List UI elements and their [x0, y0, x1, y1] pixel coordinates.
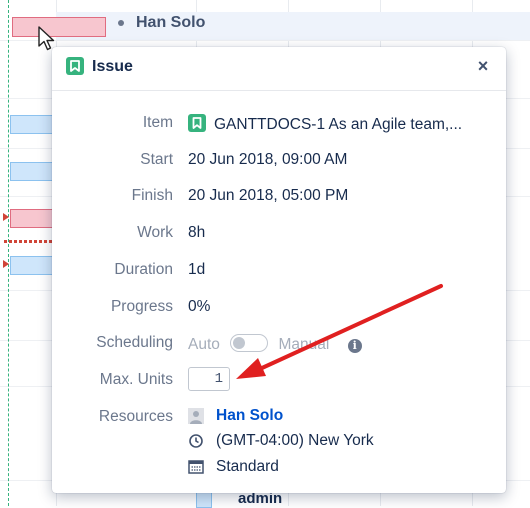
field-value: 20 Jun 2018, 09:00 AM [188, 151, 348, 168]
gantt-task-bar[interactable] [10, 162, 56, 181]
max-units-input[interactable]: 1 [188, 367, 230, 391]
scheduling-auto-label: Auto [188, 336, 220, 353]
bullet-icon [118, 20, 124, 26]
field-finish: Finish 20 Jun 2018, 05:00 PM [52, 184, 506, 208]
field-label: Duration [114, 261, 173, 278]
resource-calendar: Standard [188, 458, 279, 476]
field-scheduling: Scheduling Auto Manual i [52, 331, 506, 355]
bookmark-icon [66, 57, 84, 75]
calendar-icon [188, 459, 204, 475]
resource-link[interactable]: Han Solo [216, 407, 283, 425]
field-label: Scheduling [96, 334, 173, 351]
calendar-text: Standard [216, 458, 279, 475]
toggle-knob [233, 337, 246, 349]
field-value: 20 Jun 2018, 05:00 PM [188, 187, 349, 204]
info-icon[interactable]: i [347, 339, 362, 353]
user-avatar-icon [188, 408, 204, 424]
close-icon: × [477, 56, 489, 76]
field-label: Work [137, 224, 173, 241]
field-value: 0% [188, 298, 211, 315]
field-value: 8h [188, 224, 206, 241]
resource-entry: Han Solo [188, 407, 283, 425]
field-start: Start 20 Jun 2018, 09:00 AM [52, 148, 506, 172]
gantt-task-bar[interactable] [10, 256, 56, 275]
overallocation-indicator [4, 240, 54, 243]
field-max-units: Max. Units [52, 368, 506, 392]
close-button[interactable]: × [472, 55, 494, 77]
gantt-task-bar-overdue[interactable] [10, 209, 56, 228]
dependency-arrow-icon [3, 260, 9, 268]
resource-timezone: (GMT-04:00) New York [188, 432, 374, 450]
bookmark-icon [188, 114, 206, 132]
timezone-text: (GMT-04:00) New York [216, 432, 374, 449]
dependency-arrow-icon [3, 213, 9, 221]
today-marker-line [8, 0, 9, 506]
field-label: Finish [131, 187, 173, 204]
field-label: Start [140, 151, 173, 168]
field-label: Item [142, 114, 173, 131]
field-duration: Duration 1d [52, 258, 506, 282]
field-value: 1d [188, 261, 206, 278]
field-value: GANTTDOCS-1 As an Agile team,... [188, 114, 462, 134]
mouse-pointer-icon [38, 26, 55, 51]
scheduling-control: Auto Manual i [188, 334, 362, 354]
field-item: Item GANTTDOCS-1 As an Agile team,... [52, 111, 506, 135]
gantt-task-bar-selected[interactable] [12, 17, 106, 37]
scheduling-toggle[interactable] [230, 334, 269, 352]
resource-row-header[interactable]: Han Solo [118, 14, 205, 32]
field-label: Max. Units [99, 371, 173, 388]
field-progress: Progress 0% [52, 295, 506, 319]
gantt-task-bar[interactable] [10, 115, 56, 134]
resource-name: Han Solo [136, 14, 206, 31]
popup-title: Issue [92, 58, 133, 75]
field-label: Progress [110, 298, 173, 315]
clock-icon [188, 433, 204, 449]
item-link[interactable]: GANTTDOCS-1 As an Agile team,... [214, 116, 462, 133]
gantt-row-line [0, 40, 530, 41]
field-label: Resources [98, 408, 173, 425]
field-work: Work 8h [52, 221, 506, 245]
scheduling-manual-label: Manual [278, 336, 330, 353]
issue-details-popup: Issue × Item GANTTDOCS-1 As an Agile tea… [52, 47, 506, 493]
popup-header: Issue × [52, 47, 506, 91]
